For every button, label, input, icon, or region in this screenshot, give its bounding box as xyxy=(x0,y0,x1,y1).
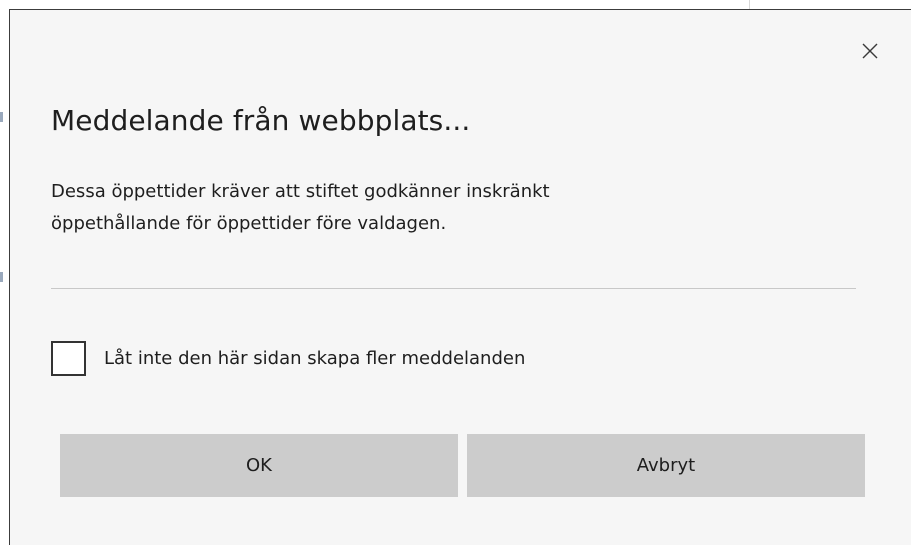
close-button[interactable] xyxy=(857,38,883,64)
divider xyxy=(51,288,856,289)
suppress-dialogs-option[interactable]: Låt inte den här sidan skapa fler meddel… xyxy=(51,341,525,376)
background-page-edge xyxy=(0,272,3,282)
dialog-message-line: Dessa öppettider kräver att stiftet godk… xyxy=(51,181,550,202)
suppress-dialogs-checkbox[interactable] xyxy=(51,341,86,376)
dialog-title: Meddelande från webbplats... xyxy=(51,104,471,137)
cancel-button[interactable]: Avbryt xyxy=(467,434,865,497)
ok-button[interactable]: OK xyxy=(60,434,458,497)
dialog-message: Dessa öppettider kräver att stiftet godk… xyxy=(51,176,851,240)
suppress-dialogs-label: Låt inte den här sidan skapa fler meddel… xyxy=(104,348,526,369)
background-page-divider xyxy=(749,0,750,9)
dialog-message-line: öppethållande för öppettider före valdag… xyxy=(51,213,447,234)
background-page-edge xyxy=(0,112,3,122)
close-icon xyxy=(862,43,878,59)
